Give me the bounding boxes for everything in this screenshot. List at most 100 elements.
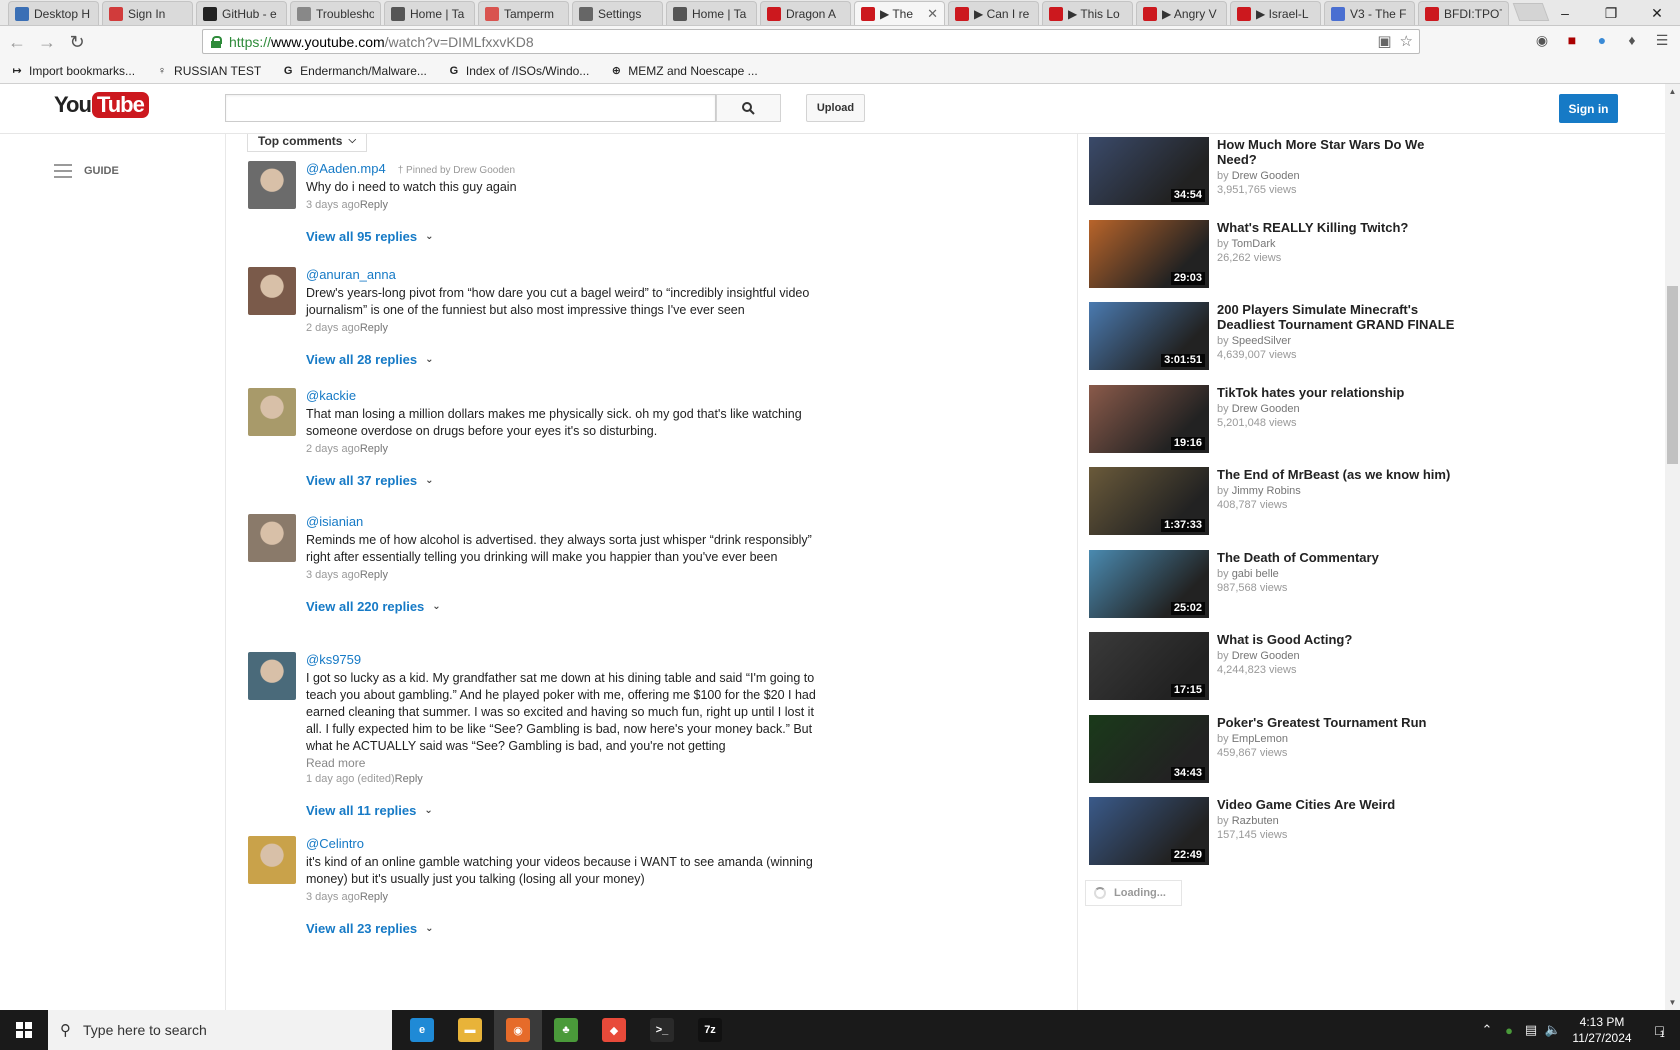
related-video[interactable]: 34:54 How Much More Star Wars Do We Need?… bbox=[1089, 137, 1459, 205]
read-more-link[interactable]: Read more bbox=[306, 756, 828, 770]
avatar[interactable] bbox=[248, 388, 296, 436]
bookmark-item[interactable]: ⊕ MEMZ and Noescape ... bbox=[609, 64, 758, 78]
browser-tab[interactable]: ▶ Can I re bbox=[948, 1, 1039, 25]
taskbar-search-box[interactable]: ⚲ Type here to search bbox=[48, 1010, 392, 1050]
related-video[interactable]: 29:03 What's REALLY Killing Twitch? by Tom… bbox=[1089, 219, 1459, 288]
clock[interactable]: 4:13 PM 11/27/2024 bbox=[1564, 1014, 1640, 1046]
minimize-icon[interactable]: – bbox=[1542, 0, 1588, 26]
comment-author[interactable]: @ks9759 bbox=[306, 652, 361, 667]
taskbar-app-anydesk[interactable]: ◆ bbox=[590, 1010, 638, 1050]
notifications-button[interactable]: □ 1 bbox=[1640, 1010, 1680, 1050]
network-icon[interactable]: ▤ bbox=[1520, 1022, 1542, 1038]
reload-icon[interactable]: ↻ bbox=[64, 29, 90, 55]
extensions-puzzle-icon[interactable]: ♦ bbox=[1622, 30, 1642, 50]
search-button[interactable] bbox=[716, 94, 781, 122]
video-channel[interactable]: Drew Gooden bbox=[1232, 170, 1300, 182]
browser-tab[interactable]: Troubleshoot bbox=[290, 1, 381, 25]
video-title[interactable]: TikTok hates your relationship bbox=[1217, 385, 1462, 400]
video-thumbnail[interactable]: 25:02 bbox=[1089, 549, 1209, 618]
video-thumbnail[interactable]: 34:54 bbox=[1089, 137, 1209, 205]
bookmark-item[interactable]: ♀ RUSSIAN TEST bbox=[155, 64, 261, 78]
reply-button[interactable]: Reply bbox=[360, 322, 388, 334]
start-button[interactable] bbox=[0, 1010, 48, 1050]
browser-tab[interactable]: ▶ Israel-L bbox=[1230, 1, 1321, 25]
search-input[interactable] bbox=[225, 94, 716, 122]
close-tab-icon[interactable]: ✕ bbox=[927, 6, 938, 22]
avatar[interactable] bbox=[248, 652, 296, 700]
related-video[interactable]: 1:37:33 The End of MrBeast (as we know hi… bbox=[1089, 467, 1459, 535]
reply-button[interactable]: Reply bbox=[360, 443, 388, 455]
browser-tab[interactable]: Home | Ta bbox=[384, 1, 475, 25]
ublock-icon[interactable]: ■ bbox=[1562, 30, 1582, 50]
back-icon[interactable]: ← bbox=[4, 29, 30, 55]
close-window-icon[interactable]: ✕ bbox=[1634, 0, 1680, 26]
avatar[interactable] bbox=[248, 267, 296, 315]
video-channel[interactable]: SpeedSilver bbox=[1232, 335, 1291, 347]
reply-button[interactable]: Reply bbox=[360, 569, 388, 581]
video-title[interactable]: The Death of Commentary bbox=[1217, 550, 1462, 565]
video-thumbnail[interactable]: 19:16 bbox=[1089, 384, 1209, 453]
reply-button[interactable]: Reply bbox=[360, 891, 388, 903]
related-video[interactable]: 3:01:51 200 Players Simulate Minecraft's … bbox=[1089, 302, 1459, 370]
browser-tab[interactable]: Home | Ta bbox=[666, 1, 757, 25]
video-channel[interactable]: EmpLemon bbox=[1232, 733, 1288, 745]
youtube-logo[interactable]: You Tube bbox=[54, 92, 149, 118]
video-channel[interactable]: Jimmy Robins bbox=[1232, 485, 1301, 497]
browser-tab[interactable]: ▶ The ✕ bbox=[854, 1, 945, 25]
scroll-up-icon[interactable]: ▲ bbox=[1665, 84, 1680, 99]
restore-icon[interactable]: ❐ bbox=[1588, 0, 1634, 26]
upload-button[interactable]: Upload bbox=[806, 94, 865, 122]
forward-icon[interactable]: → bbox=[34, 29, 60, 55]
video-channel[interactable]: Drew Gooden bbox=[1232, 650, 1300, 662]
view-replies-button[interactable]: View all 23 replies ⌄ bbox=[306, 921, 828, 936]
address-bar[interactable]: https://www.youtube.com/watch?v=DIMLfxxv… bbox=[202, 29, 1420, 54]
page-scrollbar[interactable]: ▲ ▼ bbox=[1665, 84, 1680, 1010]
menu-icon[interactable]: ☰ bbox=[1652, 30, 1672, 50]
taskbar-app-explorer[interactable]: ▬ bbox=[446, 1010, 494, 1050]
bookmark-item[interactable]: G Endermanch/Malware... bbox=[281, 64, 427, 78]
cast-icon[interactable]: ▣ bbox=[1377, 32, 1391, 50]
video-channel[interactable]: Drew Gooden bbox=[1232, 403, 1300, 415]
video-title[interactable]: 200 Players Simulate Minecraft's Deadlie… bbox=[1217, 302, 1462, 332]
pocket-icon[interactable]: ◉ bbox=[1532, 30, 1552, 50]
related-video[interactable]: 19:16 TikTok hates your relationship by Dr… bbox=[1089, 384, 1462, 453]
video-channel[interactable]: TomDark bbox=[1231, 238, 1275, 250]
related-video[interactable]: 17:15 What is Good Acting? by Drew Gooden 4… bbox=[1089, 632, 1459, 700]
video-thumbnail[interactable]: 1:37:33 bbox=[1089, 467, 1209, 535]
related-video[interactable]: 25:02 The Death of Commentary by gabi bell… bbox=[1089, 549, 1462, 618]
bookmark-item[interactable]: ↦ Import bookmarks... bbox=[10, 64, 135, 78]
guide-button[interactable]: GUIDE bbox=[54, 164, 119, 178]
scrollbar-thumb[interactable] bbox=[1667, 286, 1678, 464]
avatar[interactable] bbox=[248, 514, 296, 562]
url-text[interactable]: https://www.youtube.com/watch?v=DIMLfxxv… bbox=[229, 34, 534, 50]
video-title[interactable]: Poker's Greatest Tournament Run bbox=[1217, 715, 1462, 730]
video-title[interactable]: What is Good Acting? bbox=[1217, 632, 1462, 647]
scroll-down-icon[interactable]: ▼ bbox=[1665, 995, 1680, 1010]
comment-author[interactable]: @kackie bbox=[306, 388, 356, 403]
video-thumbnail[interactable]: 3:01:51 bbox=[1089, 302, 1209, 370]
reply-button[interactable]: Reply bbox=[360, 199, 388, 211]
browser-tab[interactable]: Settings bbox=[572, 1, 663, 25]
browser-tab[interactable]: ▶ Angry V bbox=[1136, 1, 1227, 25]
bookmark-item[interactable]: G Index of /ISOs/Windo... bbox=[447, 64, 590, 78]
taskbar-app-edge[interactable]: e bbox=[398, 1010, 446, 1050]
show-hidden-icons-icon[interactable]: ⌃ bbox=[1476, 1022, 1498, 1038]
video-thumbnail[interactable]: 22:49 bbox=[1089, 797, 1209, 865]
comment-author[interactable]: @anuran_anna bbox=[306, 267, 396, 282]
browser-tab[interactable]: GitHub - e bbox=[196, 1, 287, 25]
taskbar-app-firefox[interactable]: ◉ bbox=[494, 1010, 542, 1050]
bookmark-star-icon[interactable]: ☆ bbox=[1400, 32, 1413, 50]
comment-author[interactable]: @Celintro bbox=[306, 836, 364, 851]
taskbar-app-minecraft[interactable]: ♣ bbox=[542, 1010, 590, 1050]
video-title[interactable]: The End of MrBeast (as we know him) bbox=[1217, 467, 1462, 482]
avatar[interactable] bbox=[248, 161, 296, 209]
browser-tab[interactable]: Desktop H bbox=[8, 1, 99, 25]
browser-tab[interactable]: Sign In bbox=[102, 1, 193, 25]
comment-author[interactable]: @Aaden.mp4 bbox=[306, 161, 386, 176]
video-channel[interactable]: Razbuten bbox=[1232, 815, 1279, 827]
browser-tab[interactable]: V3 - The F bbox=[1324, 1, 1415, 25]
view-replies-button[interactable]: View all 11 replies ⌄ bbox=[306, 803, 828, 818]
video-title[interactable]: Video Game Cities Are Weird bbox=[1217, 797, 1462, 812]
view-replies-button[interactable]: View all 95 replies ⌄ bbox=[306, 229, 828, 244]
view-replies-button[interactable]: View all 220 replies ⌄ bbox=[306, 599, 828, 614]
